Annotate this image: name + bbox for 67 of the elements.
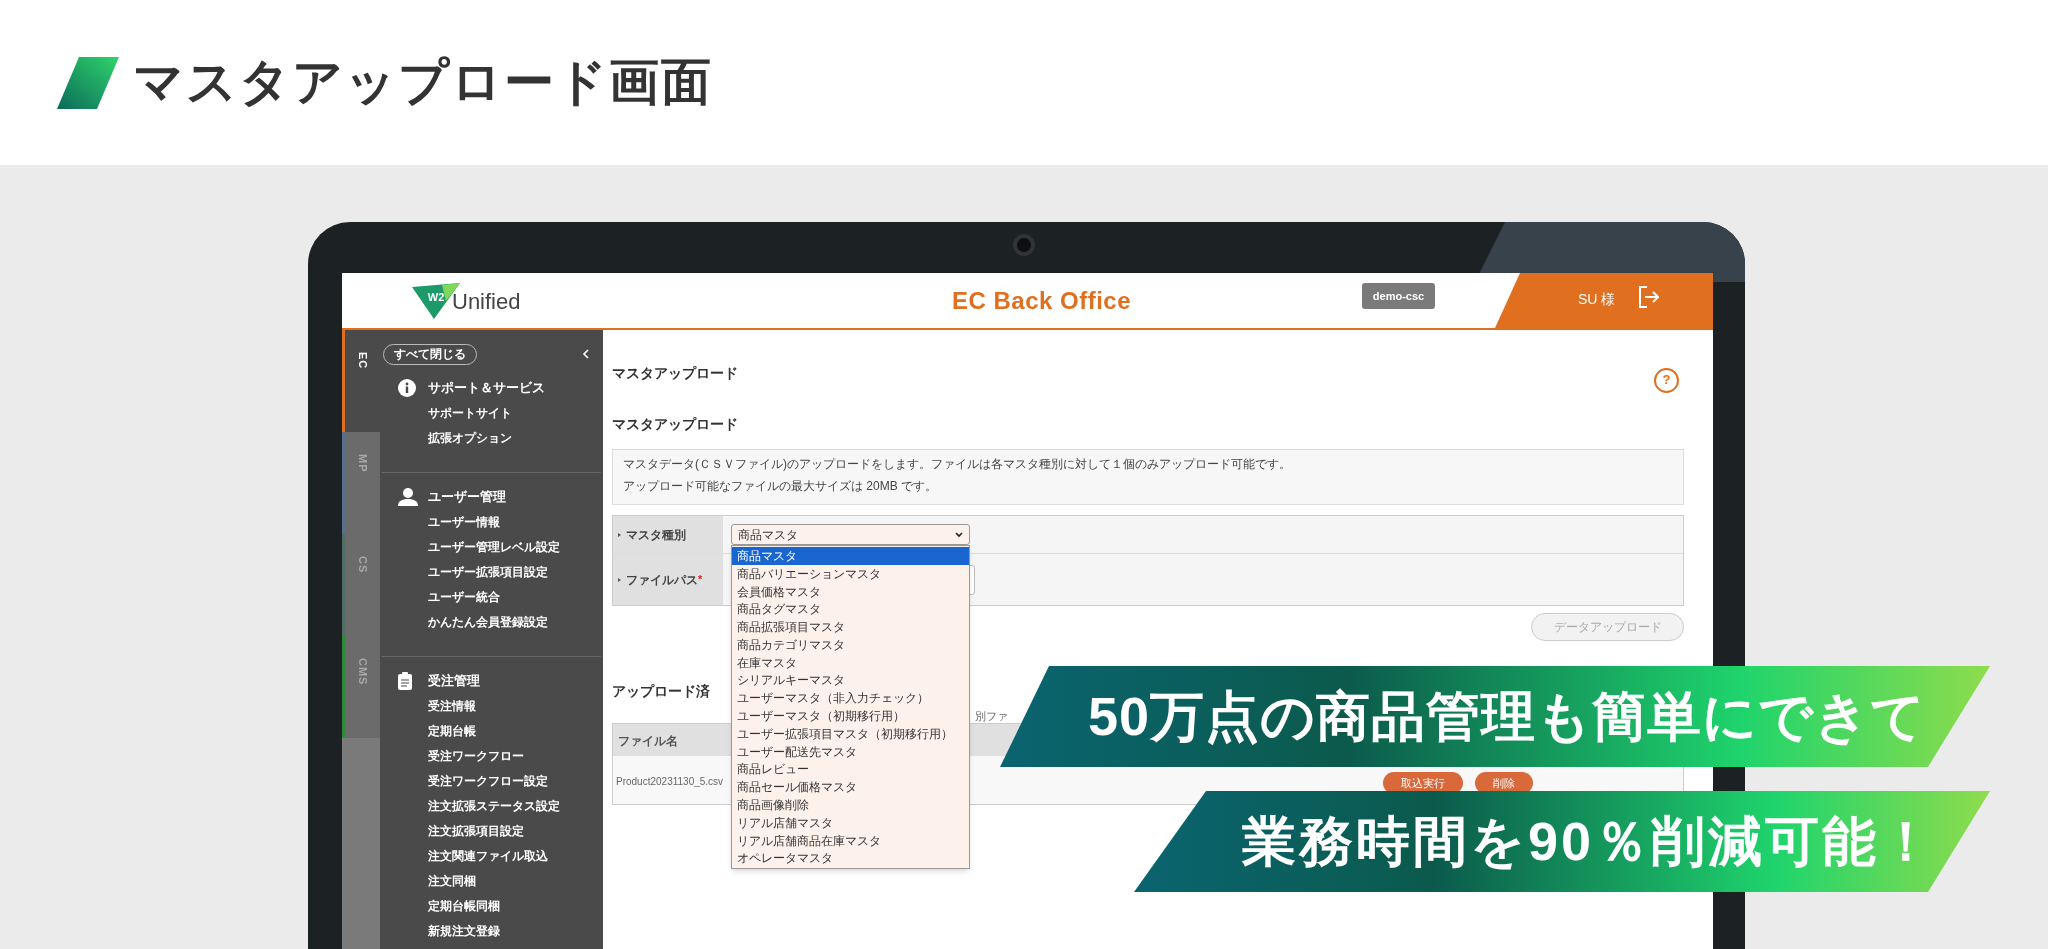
dropdown-option[interactable]: 商品拡張項目マスタ bbox=[732, 618, 969, 636]
dropdown-option[interactable]: 在庫マスタ bbox=[732, 653, 969, 672]
collapse-chevron-icon[interactable] bbox=[582, 349, 589, 359]
menu-item[interactable]: ユーザー情報 bbox=[428, 512, 500, 531]
dropdown-option[interactable]: ユーザー拡張項目マスタ（初期移行用） bbox=[732, 724, 969, 743]
menu-item[interactable]: 拡張オプション bbox=[428, 428, 512, 447]
menu-group-title[interactable]: ユーザー管理 bbox=[428, 487, 506, 507]
menu-item[interactable]: 定期台帳 bbox=[428, 721, 476, 740]
sidebar-tab[interactable]: EC bbox=[342, 330, 380, 432]
menu-item[interactable]: 受注ワークフロー設定 bbox=[428, 771, 548, 790]
dropdown-option[interactable]: 商品カテゴリマスタ bbox=[732, 636, 969, 654]
dropdown-option[interactable]: リアル店舗商品在庫マスタ bbox=[732, 831, 969, 850]
camera-icon bbox=[1013, 234, 1035, 256]
page-heading: マスタアップロード bbox=[612, 363, 738, 383]
menu-item[interactable]: 受注ワークフロー bbox=[428, 746, 524, 765]
dropdown-option[interactable]: 会員価格マスタ bbox=[732, 582, 969, 601]
action-button[interactable]: 削除 bbox=[1475, 772, 1533, 794]
section-heading: マスタアップロード bbox=[612, 415, 738, 434]
logo-text: Unified bbox=[452, 287, 521, 316]
dropdown-option[interactable]: 商品バリエーションマスタ bbox=[732, 564, 969, 583]
form-label: ファイルパス* bbox=[613, 554, 723, 605]
menu-item[interactable]: ユーザー統合 bbox=[428, 587, 500, 606]
dropdown-option[interactable]: 商品レビュー bbox=[732, 760, 969, 779]
menu-item[interactable]: ユーザー管理レベル設定 bbox=[428, 537, 560, 556]
menu-group-title[interactable]: 受注管理 bbox=[428, 671, 480, 691]
notice-text: マスタデータ(ＣＳＶファイル)のアップロードをします。ファイルは各マスタ種別に対して１個のみアップロード可能です。 bbox=[623, 456, 1291, 473]
logout-icon[interactable] bbox=[1639, 286, 1659, 308]
menu-item[interactable]: 新規注文登録 bbox=[428, 921, 500, 940]
action-button[interactable]: 取込実行 bbox=[1383, 772, 1463, 794]
dropdown-option[interactable]: ユーザーマスタ（初期移行用） bbox=[732, 707, 969, 725]
dropdown-option[interactable]: リアル店舗マスタ bbox=[732, 813, 969, 832]
user-name: SU 様 bbox=[1578, 290, 1616, 309]
dropdown-option[interactable]: シリアルキーマスタ bbox=[732, 671, 969, 690]
menu-item[interactable]: ユーザー拡張項目設定 bbox=[428, 562, 548, 581]
info-icon bbox=[398, 379, 416, 397]
banner-text: 50万点の商品管理も簡単にできて bbox=[1088, 685, 1927, 748]
dropdown-option[interactable]: 商品セール価格マスタ bbox=[732, 778, 969, 797]
column-header: ファイル名 bbox=[618, 734, 678, 748]
dropdown-option[interactable]: 商品画像削除 bbox=[732, 796, 969, 814]
dropdown-option[interactable]: 商品タグマスタ bbox=[732, 600, 969, 619]
caret-icon bbox=[955, 531, 963, 538]
note-text: 別ファ bbox=[975, 709, 1008, 722]
menu-item[interactable]: かんたん会員登録設定 bbox=[428, 612, 548, 631]
form-label: マスタ種別 bbox=[613, 516, 723, 553]
dropdown-option[interactable]: 商品マスタ bbox=[732, 547, 969, 565]
menu-item[interactable]: 注文拡張項目設定 bbox=[428, 821, 524, 840]
menu-item[interactable]: 受注情報 bbox=[428, 696, 476, 715]
section-heading: アップロード済 bbox=[612, 682, 710, 701]
environment-badge: demo-csc bbox=[1362, 283, 1435, 309]
menu-item[interactable]: 定期台帳同梱 bbox=[428, 896, 500, 915]
dropdown-option[interactable]: ユーザーマスタ（非入力チェック） bbox=[732, 689, 969, 708]
user-icon bbox=[398, 488, 418, 506]
notice-text: アップロード可能なファイルの最大サイズは 20MB です。 bbox=[623, 478, 937, 495]
clipboard-icon bbox=[398, 672, 412, 690]
app-title: EC Back Office bbox=[952, 286, 1132, 316]
slash-mark-icon bbox=[57, 56, 119, 109]
menu-item[interactable]: サポートサイト bbox=[428, 403, 512, 422]
menu-item[interactable]: 注文関連ファイル取込 bbox=[428, 846, 548, 865]
banner-text: 業務時間を90％削減可能！ bbox=[1242, 810, 1937, 873]
page-title: マスタアップロード画面 bbox=[133, 53, 713, 112]
dropdown-option[interactable]: ユーザー配送先マスタ bbox=[732, 742, 969, 761]
menu-group-title[interactable]: サポート＆サービス bbox=[428, 378, 545, 398]
master-type-select[interactable]: 商品マスタ bbox=[731, 524, 970, 545]
dropdown-option[interactable]: オペレータマスタ bbox=[732, 849, 969, 868]
table-cell: Product20231130_5.csv bbox=[616, 776, 724, 787]
menu-item[interactable]: 注文拡張ステータス設定 bbox=[428, 796, 560, 815]
menu-item[interactable]: 注文同梱 bbox=[428, 871, 476, 890]
